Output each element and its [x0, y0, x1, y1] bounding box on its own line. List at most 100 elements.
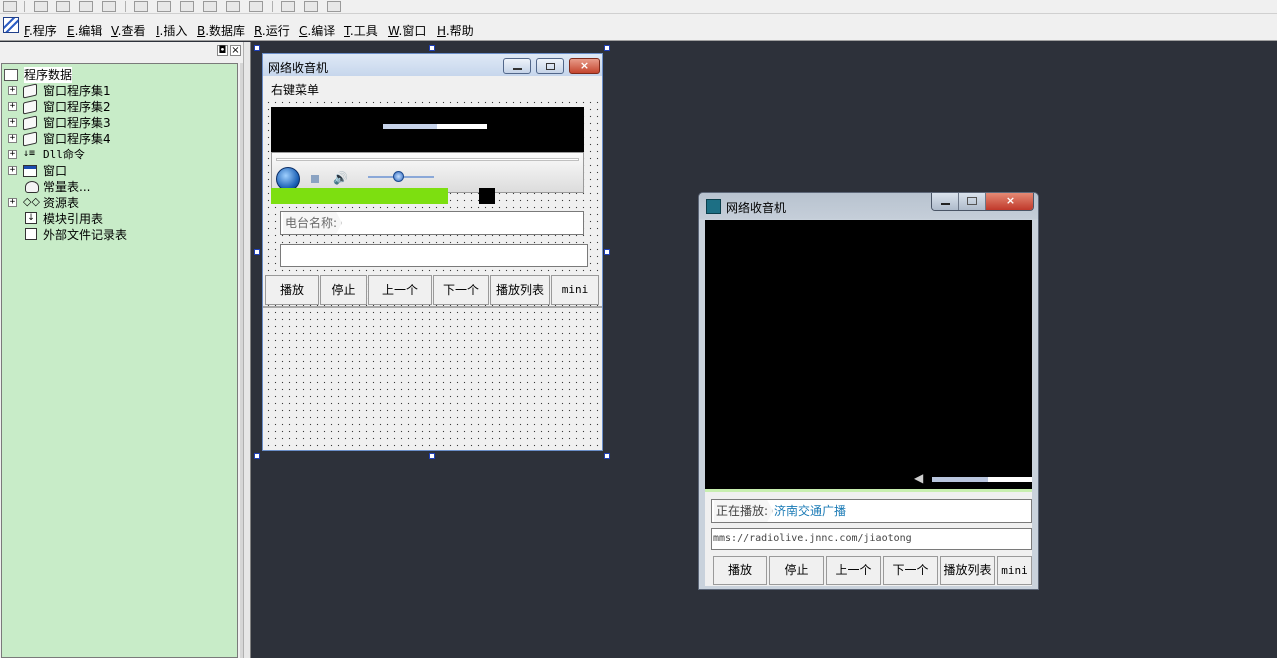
toolbar-align-top-icon[interactable] — [79, 1, 93, 12]
minimize-icon — [941, 203, 950, 205]
now-playing-field[interactable]: 正在播放: 济南交通广播 — [711, 499, 1032, 523]
toolbar-same-width-icon[interactable] — [180, 1, 194, 12]
runtime-close-button[interactable]: × — [986, 193, 1033, 210]
next-button[interactable]: 下一个 — [433, 275, 489, 305]
runtime-video-area[interactable] — [705, 220, 1032, 489]
toolbar-align-left-icon[interactable] — [34, 1, 48, 12]
toolbar-send-back-icon[interactable] — [304, 1, 318, 12]
runtime-window[interactable]: 网络收音机 × ◀ 正在播放: 济南交通广播 mms://radiolive.j… — [698, 192, 1039, 590]
runtime-playlist-button[interactable]: 播放列表 — [940, 556, 995, 585]
toolbar-align-right-icon[interactable] — [56, 1, 70, 12]
menu-database-key: B — [197, 24, 206, 38]
maximize-icon — [546, 63, 555, 70]
panel-splitter[interactable] — [243, 42, 251, 658]
toolbar-layout-icon[interactable] — [3, 1, 17, 12]
runtime-play-button[interactable]: 播放 — [713, 556, 767, 585]
expand-icon[interactable]: + — [8, 86, 17, 95]
toolbar-grid-icon[interactable] — [327, 1, 341, 12]
runtime-url-value[interactable]: mms://radiolive.jnnc.com/jiaotong — [712, 529, 912, 549]
module-ref-icon: ↓ — [25, 212, 37, 224]
context-menu-bar[interactable]: 右键菜单 — [263, 76, 602, 98]
menu-run[interactable]: R.运行 — [254, 22, 290, 39]
menu-compile-label: .编译 — [307, 24, 336, 38]
runtime-stop-button[interactable]: 停止 — [769, 556, 824, 585]
minimize-button[interactable] — [503, 58, 531, 74]
expand-icon[interactable]: + — [8, 166, 17, 175]
player-seek-fill — [383, 124, 437, 129]
toolbar-space-v-icon[interactable] — [249, 1, 263, 12]
module-icon — [23, 115, 37, 131]
tree-item-label: Dll命令 — [43, 148, 85, 161]
stop-button[interactable]: 停止 — [320, 275, 367, 305]
toolbar-same-height-icon[interactable] — [203, 1, 217, 12]
menu-insert[interactable]: I.插入 — [156, 22, 187, 39]
menu-help[interactable]: H.帮助 — [437, 22, 474, 39]
resize-handle-w[interactable] — [254, 249, 260, 255]
menu-tools[interactable]: T.工具 — [344, 22, 378, 39]
progress-marker — [479, 188, 495, 204]
menu-compile[interactable]: C.编译 — [299, 22, 335, 39]
resize-handle-nw[interactable] — [254, 45, 260, 51]
menu-database[interactable]: B.数据库 — [197, 22, 245, 39]
menu-window[interactable]: W.窗口 — [388, 22, 426, 39]
pin-icon[interactable]: ◘ — [217, 45, 228, 56]
form-separator — [263, 306, 602, 308]
expand-icon[interactable]: + — [8, 102, 17, 111]
runtime-minimize-button[interactable] — [932, 193, 959, 210]
stop-icon[interactable] — [311, 175, 319, 183]
resize-handle-se[interactable] — [604, 453, 610, 459]
resize-handle-e[interactable] — [604, 249, 610, 255]
close-button[interactable]: × — [569, 58, 600, 74]
expand-icon[interactable]: + — [8, 118, 17, 127]
menu-program[interactable]: F.程序 — [24, 22, 57, 39]
resize-handle-ne[interactable] — [604, 45, 610, 51]
toolbar-center-v-icon[interactable] — [157, 1, 171, 12]
maximize-button[interactable] — [536, 58, 564, 74]
expand-icon[interactable]: + — [8, 134, 17, 143]
speaker-icon[interactable]: 🔊 — [333, 172, 349, 184]
toolbar-center-h-icon[interactable] — [134, 1, 148, 12]
expand-icon[interactable]: + — [8, 198, 17, 207]
minimize-icon — [513, 68, 522, 70]
menu-edit[interactable]: E.编辑 — [67, 22, 102, 39]
player-position-track[interactable] — [276, 158, 579, 161]
playlist-button[interactable]: 播放列表 — [490, 275, 550, 305]
resource-icon: ◇◇ — [23, 195, 40, 208]
tree-item-label: 窗口程序集3 — [43, 116, 111, 130]
menu-view[interactable]: V.查看 — [111, 22, 146, 39]
mini-button[interactable]: mini — [551, 275, 599, 305]
runtime-previous-button[interactable]: 上一个 — [826, 556, 881, 585]
file-record-icon — [25, 228, 37, 240]
volume-slider-knob[interactable] — [393, 171, 404, 182]
panel-close-icon[interactable]: × — [230, 45, 241, 56]
runtime-maximize-button[interactable] — [959, 193, 986, 210]
runtime-speaker-icon[interactable]: ◀ — [914, 471, 926, 485]
resize-handle-s[interactable] — [429, 453, 435, 459]
menu-insert-label: .插入 — [159, 24, 188, 38]
url-field[interactable] — [280, 244, 588, 267]
runtime-mini-button[interactable]: mini — [997, 556, 1032, 585]
resize-handle-sw[interactable] — [254, 453, 260, 459]
menu-help-label: .帮助 — [445, 24, 474, 38]
runtime-url-field[interactable]: mms://radiolive.jnnc.com/jiaotong — [711, 528, 1032, 550]
runtime-title: 网络收音机 — [726, 201, 787, 215]
expand-icon[interactable]: + — [8, 150, 17, 159]
runtime-control-panel: 正在播放: 济南交通广播 mms://radiolive.jnnc.com/ji… — [705, 492, 1032, 586]
toolbar-bring-front-icon[interactable] — [281, 1, 295, 12]
close-icon: × — [1005, 194, 1016, 207]
play-button[interactable]: 播放 — [265, 275, 319, 305]
menu-database-label: .数据库 — [205, 24, 246, 38]
module-icon — [23, 99, 37, 115]
toolbar-space-h-icon[interactable] — [226, 1, 240, 12]
resize-handle-n[interactable] — [429, 45, 435, 51]
designer-form[interactable]: 网络收音机 × 右键菜单 🔊 电台名称: 播放 停止 上一个 下一个 播放列表 … — [262, 53, 603, 451]
menu-window-label: .窗口 — [398, 24, 427, 38]
runtime-next-button[interactable]: 下一个 — [883, 556, 938, 585]
menu-view-key: V — [111, 24, 118, 38]
tree-item-label: 资源表 — [43, 196, 80, 210]
form-canvas[interactable]: 右键菜单 🔊 电台名称: 播放 停止 上一个 下一个 播放列表 mini — [263, 76, 602, 450]
previous-button[interactable]: 上一个 — [368, 275, 432, 305]
designer-titlebar: 网络收音机 × — [263, 54, 602, 76]
toolbar-align-bottom-icon[interactable] — [102, 1, 116, 12]
station-name-field[interactable]: 电台名称: — [280, 211, 584, 235]
